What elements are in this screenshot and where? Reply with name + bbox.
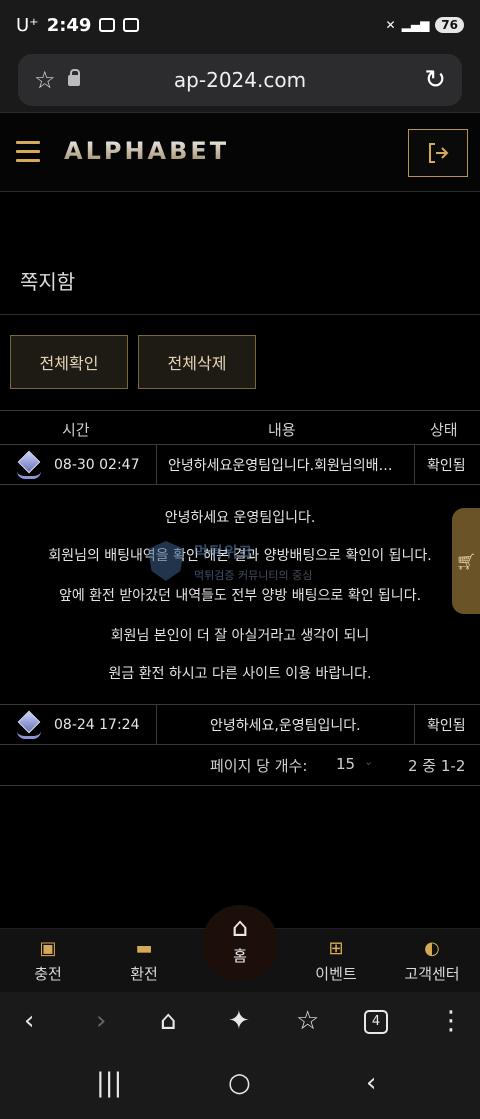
home-button-icon[interactable]: ○ — [228, 1068, 251, 1098]
clock: 2:49 — [46, 14, 92, 36]
level-badge-icon — [16, 710, 42, 739]
level-badge-icon — [16, 450, 42, 479]
url-box[interactable]: ☆ ap-2024.com ↻ — [18, 54, 462, 106]
bookmark-star-icon[interactable]: ☆ — [34, 66, 56, 94]
home-icon[interactable]: ⌂ — [160, 1006, 177, 1036]
table-header: 시간 내용 상태 — [0, 411, 480, 445]
nav-home[interactable]: ⌂ 홈 — [202, 905, 278, 981]
sparkle-icon[interactable]: ✦ — [228, 1006, 250, 1036]
calendar-icon — [123, 18, 140, 32]
forward-icon[interactable]: › — [96, 1006, 106, 1036]
per-page-label: 페이지 당 개수: — [210, 757, 308, 775]
browser-toolbar: ‹ › ⌂ ✦ ☆ 4 ⋮ — [0, 992, 480, 1054]
hamburger-menu-icon[interactable] — [16, 141, 40, 163]
nav-support[interactable]: ◐ 고객센터 — [384, 929, 480, 993]
card-icon: ▬ — [135, 938, 153, 959]
reload-icon[interactable]: ↻ — [424, 65, 446, 95]
row-subject[interactable]: 안녕하세요,운영팀입니다. — [210, 705, 361, 745]
confirm-all-button[interactable]: 전체확인 — [10, 335, 128, 389]
nav-withdraw-label: 환전 — [130, 965, 158, 983]
table-row[interactable]: 08-30 02:47 안녕하세요운영팀입니다.회원님의배… 확인됨 — [0, 445, 480, 485]
row-subject[interactable]: 안녕하세요운영팀입니다.회원님의배… — [168, 445, 393, 485]
message-line: 회원님의 배팅내역을 확인 해본 결과 양방배팅으로 확인이 됩니다. — [48, 548, 432, 564]
page-range: 2 중 1-2 — [408, 757, 466, 775]
browser-address-bar: ☆ ap-2024.com ↻ — [0, 50, 480, 112]
status-bar: U⁺ 2:49 ✕ ▂▄▆ 76 — [0, 0, 480, 50]
carrier-label: U⁺ — [16, 14, 39, 36]
signal-icon: ▂▄▆ — [401, 18, 430, 32]
message-line: 안녕하세요 운영팀입니다. — [164, 510, 316, 526]
message-line: 회원님 본인이 더 잘 아실거라고 생각이 되니 — [110, 628, 370, 644]
gift-icon: ⊞ — [328, 938, 344, 959]
tabs-count-button[interactable]: 4 — [364, 1010, 388, 1034]
column-header-status: 상태 — [430, 421, 458, 439]
back-icon[interactable]: ‹ — [24, 1006, 34, 1036]
cart-side-tab[interactable]: 🛒︎ — [452, 508, 480, 614]
row-status: 확인됨 — [427, 458, 466, 474]
site-logo[interactable]: ALPHABET — [64, 137, 229, 165]
logout-button[interactable] — [408, 129, 468, 177]
site-header: ALPHABET — [0, 112, 480, 192]
column-header-time: 시간 — [62, 421, 90, 439]
row-time: 08-24 17:24 — [54, 717, 140, 733]
url-text[interactable]: ap-2024.com — [18, 68, 462, 92]
logout-icon — [429, 143, 449, 163]
nav-event-label: 이벤트 — [315, 965, 357, 983]
nav-home-label: 홈 — [233, 947, 247, 965]
message-detail: 안녕하세요 운영팀입니다. 회원님의 배팅내역을 확인 해본 결과 양방배팅으로… — [0, 487, 480, 705]
table-row[interactable]: 08-24 17:24 안녕하세요,운영팀입니다. 확인됨 — [0, 705, 480, 745]
nav-support-label: 고객센터 — [404, 965, 460, 983]
chevron-down-icon[interactable]: ⌄ — [364, 755, 373, 768]
per-page-select[interactable]: 15 — [336, 755, 355, 773]
pagination: 페이지 당 개수: 15 ⌄ 2 중 1-2 — [0, 747, 480, 783]
bookmark-add-icon[interactable]: ☆ — [296, 1006, 319, 1036]
page-title: 쪽지함 — [20, 270, 76, 294]
divider — [0, 314, 480, 315]
nav-charge-label: 충전 — [34, 965, 62, 983]
back-button-icon[interactable]: ‹ — [366, 1068, 376, 1098]
nav-event[interactable]: ⊞ 이벤트 — [288, 929, 384, 993]
message-line: 앞에 환전 받아갔던 내역들도 전부 양방 배팅으로 확인 됩니다. — [58, 588, 422, 604]
row-status: 확인됨 — [427, 718, 466, 734]
headset-icon: ◐ — [424, 938, 440, 959]
lock-icon[interactable] — [67, 68, 80, 86]
screen-record-icon — [99, 18, 116, 32]
wallet-icon: ▣ — [39, 938, 57, 959]
nav-charge[interactable]: ▣ 충전 — [0, 929, 96, 993]
battery-indicator: 76 — [435, 17, 464, 33]
delete-all-button[interactable]: 전체삭제 — [138, 335, 256, 389]
system-nav-bar: ||| ○ ‹ — [0, 1054, 480, 1119]
message-line: 원금 환전 하시고 다른 사이트 이용 바랍니다. — [108, 666, 372, 682]
home-icon: ⌂ — [231, 913, 249, 943]
more-menu-icon[interactable]: ⋮ — [438, 1006, 464, 1036]
recents-icon[interactable]: ||| — [96, 1068, 122, 1098]
mute-icon: ✕ — [385, 18, 396, 32]
nav-withdraw[interactable]: ▬ 환전 — [96, 929, 192, 993]
row-time: 08-30 02:47 — [54, 457, 140, 473]
message-table: 시간 내용 상태 08-30 02:47 안녕하세요운영팀입니다.회원님의배… … — [0, 410, 480, 786]
cart-icon: 🛒︎ — [455, 551, 477, 571]
column-header-content: 내용 — [268, 421, 296, 439]
